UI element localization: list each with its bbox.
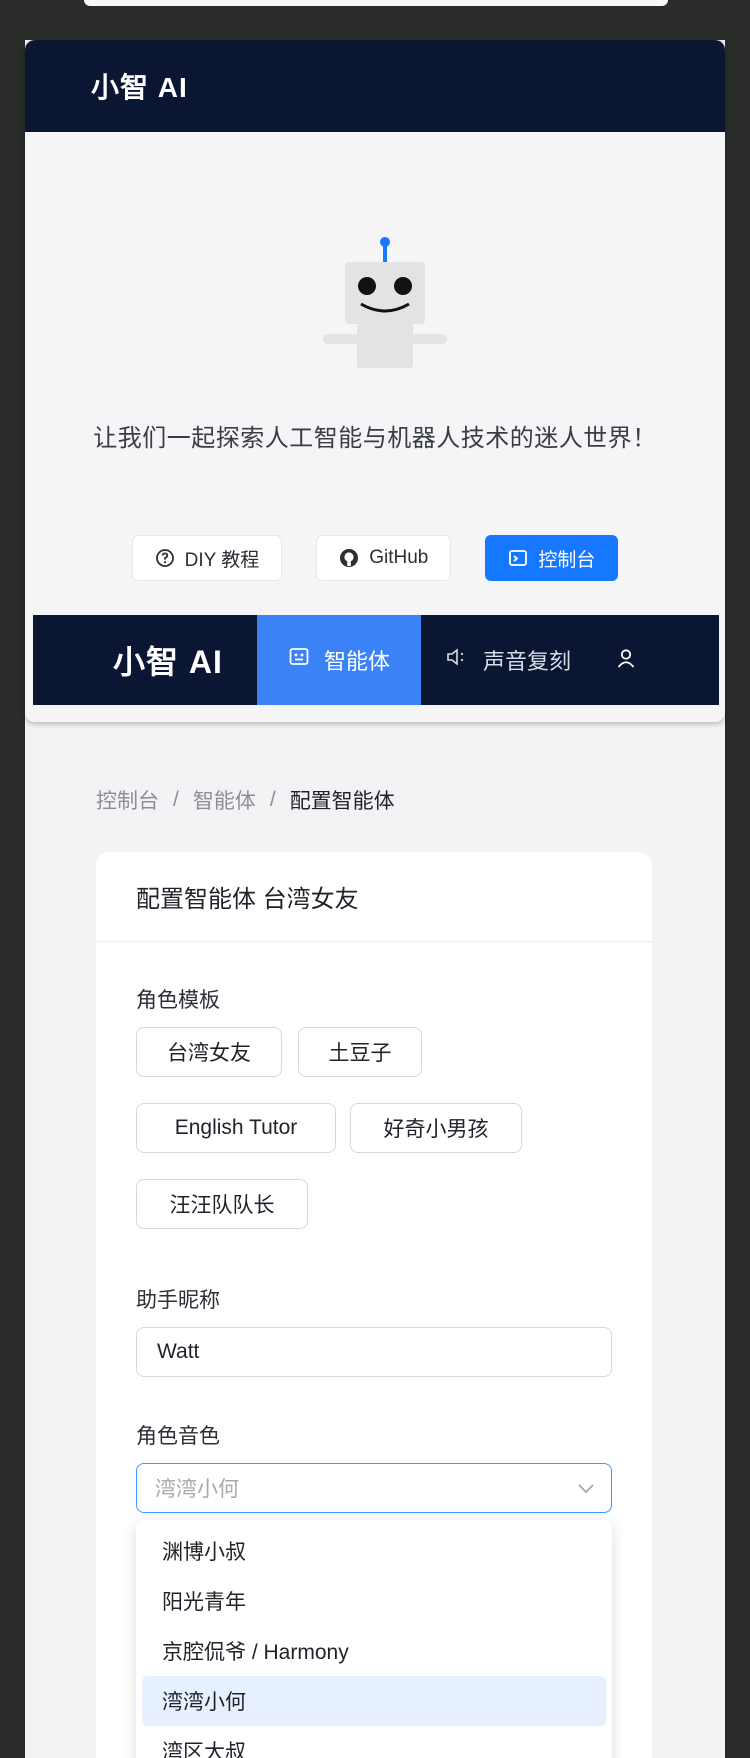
template-button[interactable]: 好奇小男孩 <box>350 1103 522 1153</box>
terminal-icon <box>508 548 528 568</box>
diy-tutorial-label: DIY 教程 <box>184 549 260 571</box>
breadcrumb-separator: / <box>173 788 179 811</box>
main-navbar: 小智 AI 智能体 声音复刻 <box>33 615 719 705</box>
voice-dropdown: 渊博小叔 阳光青年 京腔侃爷 / Harmony 湾湾小何 湾区大叔 <box>136 1520 612 1758</box>
config-title: 配置智能体 台湾女友 <box>96 852 652 942</box>
template-button[interactable]: 台湾女友 <box>136 1027 282 1077</box>
voice-select[interactable]: 湾湾小何 <box>136 1463 612 1513</box>
template-label: 角色模板 <box>136 989 220 1012</box>
chevron-down-icon <box>577 1476 595 1500</box>
hero-buttons: DIY 教程 GitHub 控制台 <box>25 535 725 581</box>
nav-brand[interactable]: 小智 AI <box>33 615 257 705</box>
question-circle-icon <box>155 548 175 568</box>
nav-item-voice-clone-label: 声音复刻 <box>483 649 572 674</box>
hero-slogan: 让我们一起探索人工智能与机器人技术的迷人世界！ <box>93 425 657 452</box>
voice-option[interactable]: 湾区大叔 <box>142 1726 606 1758</box>
breadcrumb-agents[interactable]: 智能体 <box>193 785 256 815</box>
breadcrumb: 控制台 / 智能体 / 配置智能体 <box>96 785 395 815</box>
speaker-icon <box>445 646 469 674</box>
previous-card-edge <box>84 0 668 6</box>
voice-option[interactable]: 阳光青年 <box>142 1576 606 1626</box>
voice-option-selected[interactable]: 湾湾小何 <box>142 1676 606 1726</box>
github-label: GitHub <box>369 547 429 568</box>
voice-select-value: 湾湾小何 <box>155 1478 239 1501</box>
user-menu[interactable] <box>595 615 657 705</box>
landing-header: 小智 AI <box>25 40 725 132</box>
voice-option[interactable]: 京腔侃爷 / Harmony <box>142 1626 606 1676</box>
nickname-label: 助手昵称 <box>136 1289 220 1312</box>
robot-icon <box>288 646 310 674</box>
console-label: 控制台 <box>538 549 596 571</box>
nav-item-voice-clone[interactable]: 声音复刻 <box>421 615 595 705</box>
nav-item-agents-label: 智能体 <box>323 649 390 674</box>
nav-item-agents[interactable]: 智能体 <box>257 615 421 705</box>
github-icon <box>339 548 359 568</box>
breadcrumb-console[interactable]: 控制台 <box>96 785 159 815</box>
template-button[interactable]: 汪汪队队长 <box>136 1179 308 1229</box>
landing-brand: 小智 AI <box>91 72 188 103</box>
breadcrumb-separator: / <box>269 788 276 811</box>
console-button[interactable]: 控制台 <box>485 535 619 581</box>
user-icon <box>615 647 637 674</box>
nickname-input[interactable]: Watt <box>136 1327 612 1377</box>
robot-mascot-icon <box>323 237 447 368</box>
breadcrumb-current: 配置智能体 <box>289 790 395 813</box>
voice-label: 角色音色 <box>136 1425 220 1448</box>
config-card: 配置智能体 台湾女友 角色模板 台湾女友 土豆子 English Tutor 好… <box>96 852 652 1758</box>
template-button[interactable]: 土豆子 <box>298 1027 422 1077</box>
diy-tutorial-button[interactable]: DIY 教程 <box>131 535 283 581</box>
voice-option[interactable]: 渊博小叔 <box>142 1526 606 1576</box>
github-button[interactable]: GitHub <box>316 535 452 581</box>
template-button[interactable]: English Tutor <box>136 1103 336 1153</box>
